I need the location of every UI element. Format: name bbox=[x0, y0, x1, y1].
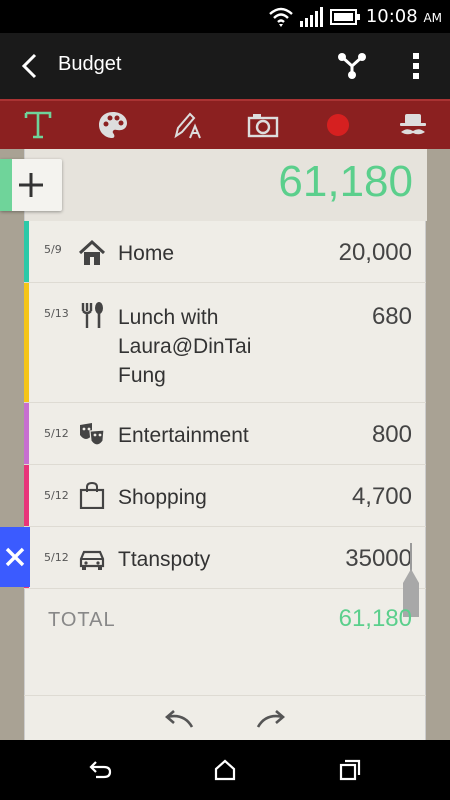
status-time: 10:08 AM bbox=[365, 6, 442, 27]
entry-label: Entertainment bbox=[118, 424, 249, 447]
palette-tool-button[interactable] bbox=[75, 101, 150, 149]
more-options-button[interactable] bbox=[398, 46, 434, 86]
hat-mustache-icon bbox=[399, 114, 426, 135]
divider bbox=[24, 695, 426, 696]
header-total: 61,180 bbox=[278, 157, 413, 206]
close-icon bbox=[5, 547, 25, 567]
text-tool-button[interactable] bbox=[0, 101, 75, 149]
navigation-bar bbox=[0, 740, 450, 800]
category-color-bar bbox=[24, 403, 29, 464]
pen-icon bbox=[173, 112, 201, 139]
total-label: TOTAL bbox=[48, 609, 116, 631]
entry-date: 5/13 bbox=[44, 307, 69, 320]
record-tool-button[interactable] bbox=[300, 101, 375, 149]
hat-tool-button[interactable] bbox=[375, 101, 450, 149]
header-row: 61,180 bbox=[25, 149, 427, 221]
back-arrow-icon bbox=[89, 761, 112, 779]
total-value: 61,180 bbox=[338, 605, 412, 632]
undo-icon bbox=[165, 710, 194, 728]
back-button[interactable] bbox=[10, 46, 50, 86]
plus-icon bbox=[19, 173, 43, 197]
nav-recents-button[interactable] bbox=[330, 750, 370, 790]
more-vert-icon bbox=[413, 53, 419, 79]
page-title: Budget bbox=[58, 53, 122, 75]
battery-icon bbox=[329, 8, 360, 25]
recents-icon bbox=[339, 759, 361, 781]
entry-date: 5/12 bbox=[44, 551, 69, 564]
chevron-left-icon bbox=[21, 53, 37, 79]
category-color-bar bbox=[24, 221, 29, 282]
entry-date: 5/12 bbox=[44, 489, 69, 502]
tool-bar bbox=[0, 99, 450, 149]
status-bar: 10:08 AM bbox=[0, 0, 450, 33]
camera-icon bbox=[247, 114, 278, 138]
undo-button[interactable] bbox=[160, 701, 200, 737]
list-item[interactable]: 5/9 Home 20,000 bbox=[24, 221, 426, 283]
nav-back-button[interactable] bbox=[80, 750, 120, 790]
add-tab-marker bbox=[0, 159, 12, 211]
entry-date: 5/12 bbox=[44, 427, 69, 440]
entry-amount: 35000 bbox=[345, 545, 412, 572]
redo-button[interactable] bbox=[250, 701, 290, 737]
category-color-bar bbox=[24, 465, 29, 526]
list-item[interactable]: 5/13 Lunch with Laura@DinTai Fung 680 bbox=[24, 283, 426, 403]
entry-label: Lunch with Laura@DinTai Fung bbox=[118, 306, 252, 387]
entry-amount: 680 bbox=[371, 303, 412, 330]
redo-icon bbox=[256, 710, 285, 728]
category-color-bar bbox=[24, 283, 29, 402]
share-icon bbox=[338, 53, 366, 79]
list-item[interactable]: 5/12 Entertainment 800 bbox=[24, 403, 426, 465]
entry-amount: 4,700 bbox=[351, 483, 412, 510]
entry-label: Ttanspoty bbox=[118, 548, 211, 571]
entry-amount: 800 bbox=[371, 421, 412, 448]
list-item[interactable]: 5/12 Ttanspoty 35000 bbox=[24, 527, 426, 589]
home-outline-icon bbox=[214, 759, 236, 781]
palette-icon bbox=[98, 112, 127, 138]
car-icon bbox=[79, 550, 105, 570]
app-bar: Budget bbox=[0, 33, 450, 99]
entry-label: Shopping bbox=[118, 486, 207, 509]
delete-entry-button[interactable] bbox=[0, 527, 30, 587]
entry-label: Home bbox=[118, 242, 175, 265]
home-icon bbox=[78, 239, 106, 265]
wifi-icon bbox=[269, 7, 293, 27]
shopping-bag-icon bbox=[79, 481, 105, 509]
handwriting-tool-button[interactable] bbox=[150, 101, 225, 149]
fork-spoon-icon bbox=[81, 302, 103, 328]
entry-amount: 20,000 bbox=[338, 239, 412, 266]
budget-sheet: 61,180 5/9 Home 20,000 5/13 Lunch with L… bbox=[0, 149, 450, 740]
list-item[interactable]: 5/12 Shopping 4,700 bbox=[24, 465, 426, 527]
signal-icon bbox=[299, 6, 323, 27]
nav-home-button[interactable] bbox=[205, 750, 245, 790]
theater-masks-icon bbox=[80, 423, 105, 446]
text-icon bbox=[24, 111, 51, 139]
share-button[interactable] bbox=[330, 46, 374, 86]
record-icon bbox=[326, 114, 349, 136]
camera-tool-button[interactable] bbox=[225, 101, 300, 149]
entry-date: 5/9 bbox=[44, 243, 62, 256]
